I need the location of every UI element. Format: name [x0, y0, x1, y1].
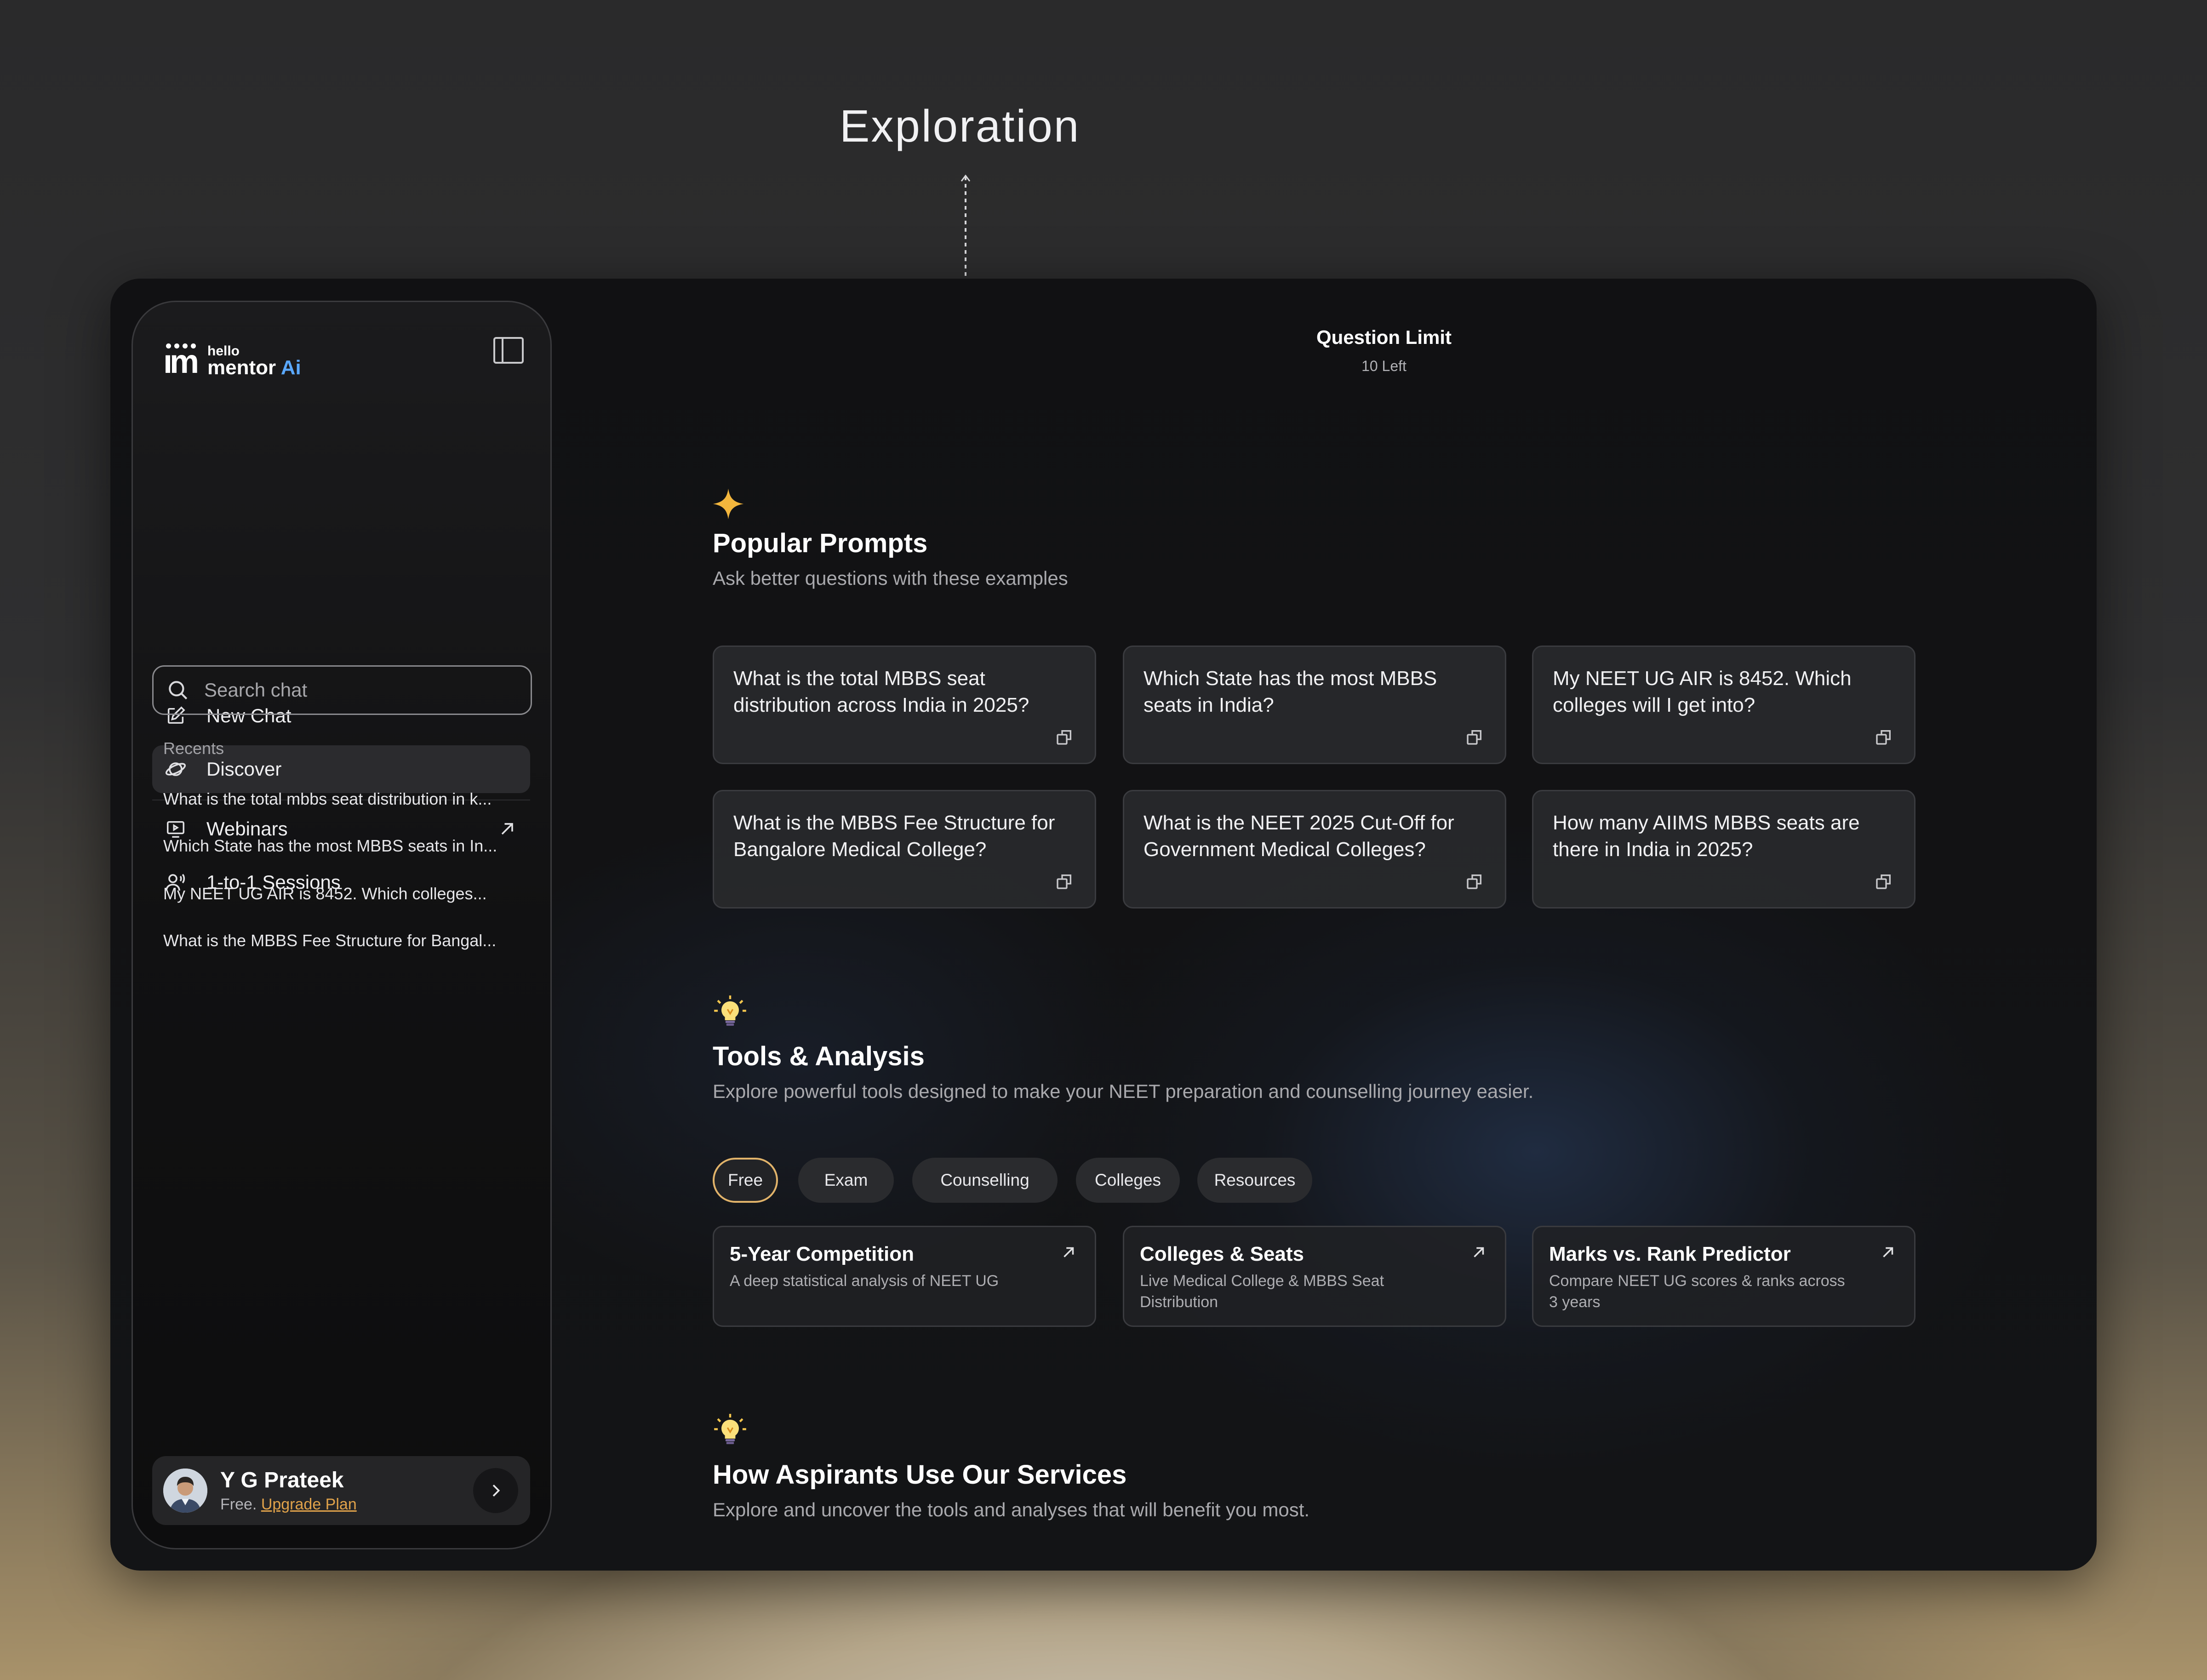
logo[interactable]: ım hello mentor Ai — [163, 339, 309, 380]
copy-icon[interactable] — [1875, 872, 1893, 891]
copy-icon[interactable] — [1465, 728, 1484, 746]
search-input[interactable] — [204, 679, 498, 701]
user-profile-card[interactable]: Y G Prateek Free. Upgrade Plan — [152, 1456, 530, 1525]
logo-wordmark: hello mentor Ai — [207, 343, 301, 379]
avatar — [163, 1469, 207, 1513]
recents-heading: Recents — [163, 739, 224, 758]
user-plan: Free. Upgrade Plan — [220, 1496, 357, 1513]
sidebar-item-label: Discover — [206, 758, 282, 780]
question-limit-title: Question Limit — [1316, 326, 1452, 348]
tool-card-colleges-seats[interactable]: Colleges & Seats Live Medical College & … — [1123, 1226, 1506, 1327]
services-title: How Aspirants Use Our Services — [713, 1460, 1127, 1490]
chip-resources[interactable]: Resources — [1197, 1158, 1312, 1203]
chip-counselling[interactable]: Counselling — [912, 1158, 1058, 1203]
copy-icon[interactable] — [1055, 728, 1074, 746]
recent-chat-item[interactable]: What is the MBBS Fee Structure for Banga… — [163, 931, 522, 950]
recent-chat-item[interactable]: My NEET UG AIR is 8452. Which colleges..… — [163, 884, 522, 903]
tools-title: Tools & Analysis — [713, 1041, 925, 1071]
prompt-card[interactable]: Which State has the most MBBS seats in I… — [1123, 646, 1506, 764]
chip-exam[interactable]: Exam — [798, 1158, 894, 1203]
services-subtitle: Explore and uncover the tools and analys… — [713, 1499, 1310, 1520]
copy-icon[interactable] — [1875, 728, 1893, 746]
chip-colleges[interactable]: Colleges — [1076, 1158, 1180, 1203]
user-name: Y G Prateek — [220, 1468, 344, 1492]
sparkle-icon — [713, 488, 744, 520]
upgrade-plan-link[interactable]: Upgrade Plan — [261, 1496, 357, 1513]
chevron-right-icon[interactable] — [473, 1468, 518, 1513]
annotation-title: Exploration — [840, 101, 1081, 151]
copy-icon[interactable] — [1055, 872, 1074, 891]
planet-icon — [164, 758, 187, 781]
search-icon — [169, 681, 188, 700]
prompt-card[interactable]: What is the total MBBS seat distribution… — [713, 646, 1096, 764]
prompt-card[interactable]: What is the MBBS Fee Structure for Banga… — [713, 790, 1096, 909]
chip-free[interactable]: Free — [713, 1158, 778, 1203]
logo-mark: ım — [163, 343, 199, 380]
copy-icon[interactable] — [1465, 872, 1484, 891]
popular-prompts-title: Popular Prompts — [713, 528, 928, 558]
lightbulb-icon — [714, 995, 746, 1026]
sidebar: ım hello mentor Ai New Chat Discover Web… — [132, 301, 552, 1549]
popular-prompts-subtitle: Ask better questions with these examples — [713, 567, 1068, 589]
search-field[interactable] — [152, 665, 532, 715]
sidebar-toggle-icon[interactable] — [493, 337, 524, 364]
arrow-up-right-icon — [1063, 1247, 1074, 1257]
arrow-up-right-icon — [1883, 1247, 1893, 1257]
arrow-up-right-icon — [1474, 1247, 1484, 1257]
tool-card-5-year-competition[interactable]: 5-Year Competition A deep statistical an… — [713, 1226, 1096, 1327]
app-window: ım hello mentor Ai New Chat Discover Web… — [110, 279, 2097, 1571]
tool-card-marks-rank-predictor[interactable]: Marks vs. Rank Predictor Compare NEET UG… — [1532, 1226, 1915, 1327]
lightbulb-icon — [714, 1414, 746, 1445]
prompt-card[interactable]: What is the NEET 2025 Cut-Off for Govern… — [1123, 790, 1506, 909]
question-limit-count: 10 Left — [1361, 358, 1407, 374]
tools-subtitle: Explore powerful tools designed to make … — [713, 1080, 1534, 1102]
recent-chat-item[interactable]: Which State has the most MBBS seats in I… — [163, 836, 522, 856]
recent-chat-item[interactable]: What is the total mbbs seat distribution… — [163, 789, 522, 809]
prompt-card[interactable]: My NEET UG AIR is 8452. Which colleges w… — [1532, 646, 1915, 764]
prompt-card[interactable]: How many AIIMS MBBS seats are there in I… — [1532, 790, 1915, 909]
